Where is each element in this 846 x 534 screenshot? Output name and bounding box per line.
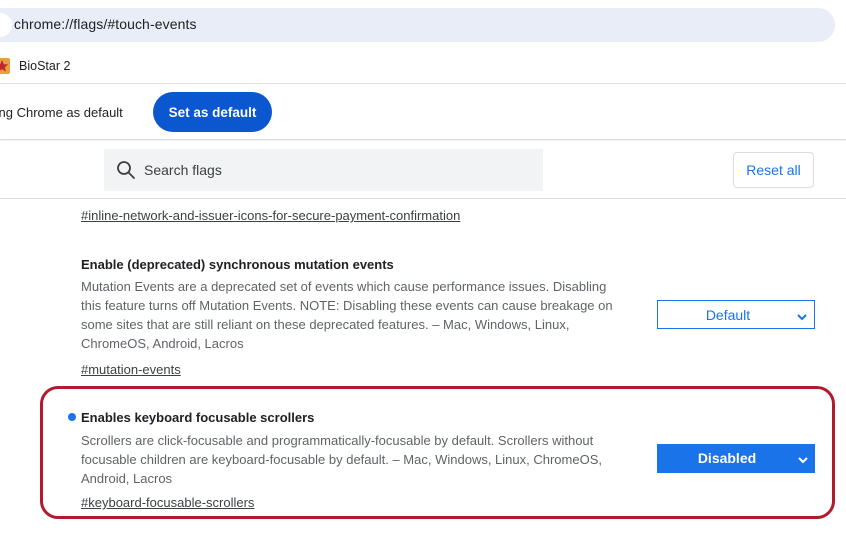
- flag-description-line: ChromeOS, Android, Lacros: [81, 336, 244, 351]
- infobar-message: ting Chrome as default: [0, 105, 123, 120]
- bookmarks-bar: BioStar 2: [0, 50, 846, 84]
- chevron-down-icon: [796, 310, 808, 322]
- flag-description-line: focusable children are keyboard-focusabl…: [81, 452, 602, 467]
- flags-header: Reset all: [0, 141, 846, 199]
- flag-select-keyboard-focusable-scrollers[interactable]: Disabled: [657, 444, 815, 473]
- flag-select-mutation-events[interactable]: Default: [657, 300, 815, 329]
- flag-link-inline-network[interactable]: #inline-network-and-issuer-icons-for-sec…: [81, 208, 460, 223]
- set-as-default-button[interactable]: Set as default: [153, 92, 272, 132]
- search-box[interactable]: [104, 149, 543, 191]
- flag-title: Enable (deprecated) synchronous mutation…: [81, 257, 394, 272]
- search-input[interactable]: [144, 149, 534, 191]
- flag-description-line: Android, Lacros: [81, 471, 173, 486]
- bookmark-biostar[interactable]: BioStar 2: [19, 59, 70, 73]
- select-value: Default: [705, 307, 751, 323]
- select-value: Disabled: [697, 450, 757, 466]
- flag-description-line: this feature turns off Mutation Events. …: [81, 298, 613, 313]
- flag-description-line: some sites that are still reliant on the…: [81, 317, 570, 332]
- toolbar: chrome://flags/#touch-events: [0, 0, 846, 50]
- chevron-down-icon: [797, 453, 809, 465]
- flag-title: Enables keyboard focusable scrollers: [81, 410, 315, 425]
- flag-description: Scrollers are click-focusable and progra…: [81, 431, 602, 488]
- flag-description-line: Mutation Events are a deprecated set of …: [81, 279, 607, 294]
- flag-link-mutation-events[interactable]: #mutation-events: [81, 362, 181, 377]
- flag-description-line: Scrollers are click-focusable and progra…: [81, 433, 594, 448]
- search-icon: [116, 160, 136, 180]
- default-browser-infobar: ting Chrome as default Set as default: [0, 85, 846, 140]
- reset-all-button[interactable]: Reset all: [733, 152, 814, 188]
- url-text[interactable]: chrome://flags/#touch-events: [14, 16, 197, 32]
- flag-link-keyboard-focusable-scrollers[interactable]: #keyboard-focusable-scrollers: [81, 495, 254, 510]
- biostar-star-icon[interactable]: [0, 58, 10, 74]
- modified-indicator-icon: [68, 413, 76, 421]
- flag-description: Mutation Events are a deprecated set of …: [81, 277, 613, 353]
